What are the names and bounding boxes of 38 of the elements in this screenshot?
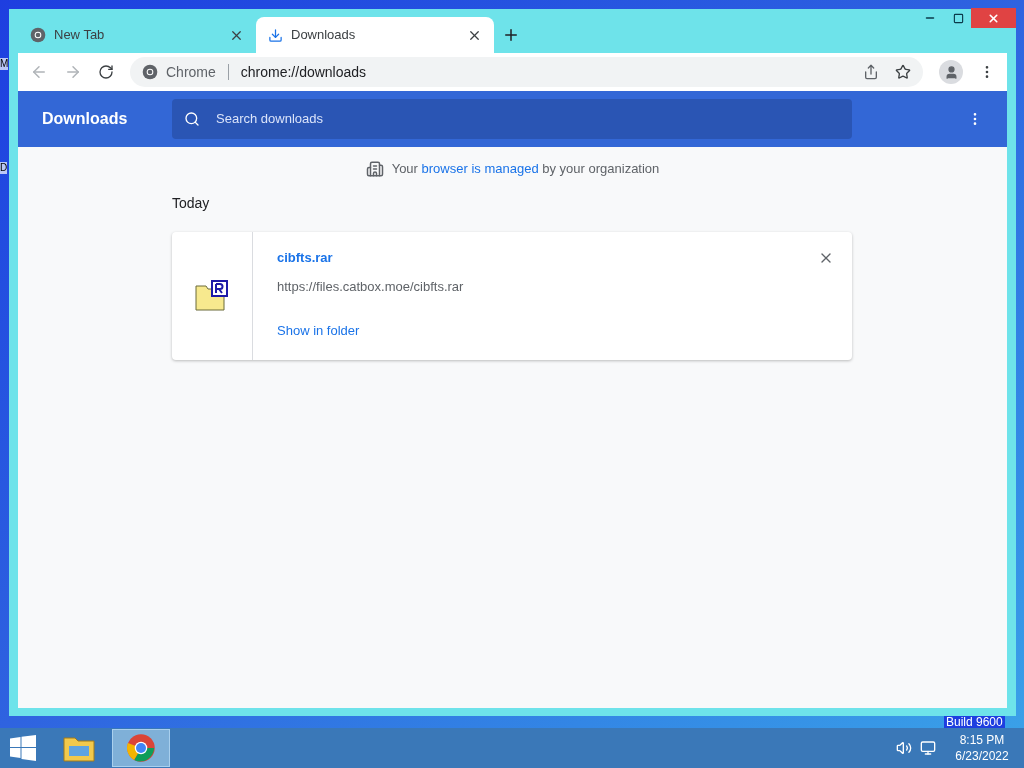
browser-tab[interactable]: Downloads [256,17,494,53]
show-in-folder-link[interactable]: Show in folder [277,320,360,340]
address-bar[interactable]: Chrome chrome://downloads [130,57,923,87]
desktop-icon-label: M [0,58,9,70]
bookmark-star-icon[interactable] [895,64,911,80]
new-tab-icon[interactable] [502,26,520,44]
folder-icon [63,734,95,762]
tab-title: Downloads [291,26,357,45]
reload-icon[interactable] [98,64,114,80]
network-icon[interactable] [920,740,936,756]
managed-link[interactable]: browser is managed [421,161,539,176]
start-icon[interactable] [10,735,36,761]
taskbar-app[interactable] [112,729,170,767]
maximize-icon [952,12,964,24]
section-heading: Today [172,193,211,213]
share-icon[interactable] [863,64,879,80]
chrome-icon [142,64,158,80]
close-icon [987,11,1000,25]
chrome-icon [30,27,46,43]
site-label: Chrome [166,62,216,82]
download-url: https://files.catbox.moe/cibfts.rar [277,278,465,296]
file-name-link[interactable]: cibfts.rar [277,247,333,267]
clock[interactable]: 8:15 PM 6/23/2022 [948,732,1016,764]
desktop-icon-label: D [0,162,8,174]
build-watermark: Build 9600 [944,716,1005,728]
search-input[interactable]: Search downloads [216,109,840,129]
managed-notice: Your browser is managed by your organization [391,160,660,178]
tab-title: New Tab [54,26,106,45]
archive-file-icon [195,279,229,312]
chrome-logo-icon [126,733,156,763]
search-icon [184,111,200,127]
page-title: Downloads [42,109,129,129]
building-icon [365,159,384,178]
browser-tab[interactable]: New Tab [18,17,256,53]
profile-avatar[interactable] [939,60,963,84]
download-icon [268,27,283,43]
url-text: chrome://downloads [240,62,368,82]
search-field[interactable]: Search downloads [172,99,852,139]
